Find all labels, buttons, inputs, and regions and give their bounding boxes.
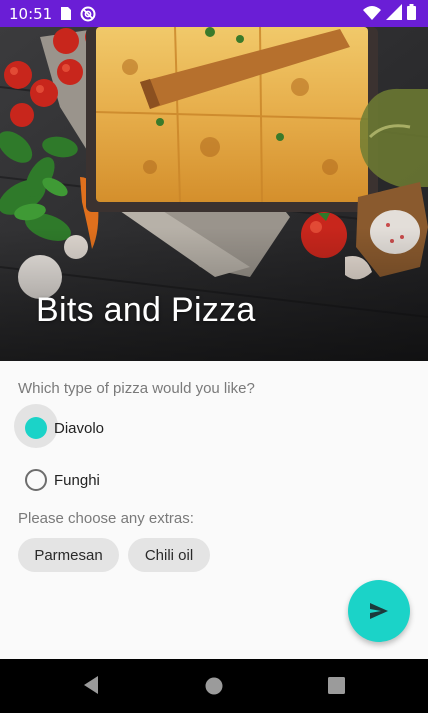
hero-title: Bits and Pizza [36, 291, 256, 329]
home-icon[interactable] [205, 677, 223, 695]
status-time: 10:51 [9, 4, 53, 23]
pizza-question: Which type of pizza would you like? [18, 380, 255, 397]
recents-icon[interactable] [328, 677, 345, 694]
chip-parmesan[interactable]: Parmesan [18, 538, 119, 572]
extras-label: Please choose any extras: [18, 510, 194, 527]
wifi-icon [363, 5, 381, 20]
radio-label-diavolo: Diavolo [54, 419, 105, 437]
radio-option-diavolo[interactable]: Diavolo [14, 404, 105, 450]
system-nav-bar [0, 659, 428, 713]
app-screen: 10:51 Bits and Pizza Which type of pizza… [0, 0, 428, 713]
battery-icon [407, 4, 416, 20]
back-icon[interactable] [82, 675, 100, 695]
radio-option-funghi[interactable]: Funghi [14, 458, 100, 502]
radio-button-checked[interactable] [25, 417, 47, 439]
dnd-icon [80, 6, 96, 21]
send-order-fab[interactable] [348, 580, 410, 642]
status-bar: 10:51 [0, 0, 428, 27]
radio-label-funghi: Funghi [54, 471, 100, 489]
send-icon [370, 603, 388, 619]
hero-image: Bits and Pizza [0, 27, 428, 361]
radio-button-unchecked[interactable] [25, 469, 47, 491]
sim-card-icon [61, 7, 72, 20]
chip-chili-oil[interactable]: Chili oil [128, 538, 210, 572]
signal-icon [386, 4, 402, 20]
